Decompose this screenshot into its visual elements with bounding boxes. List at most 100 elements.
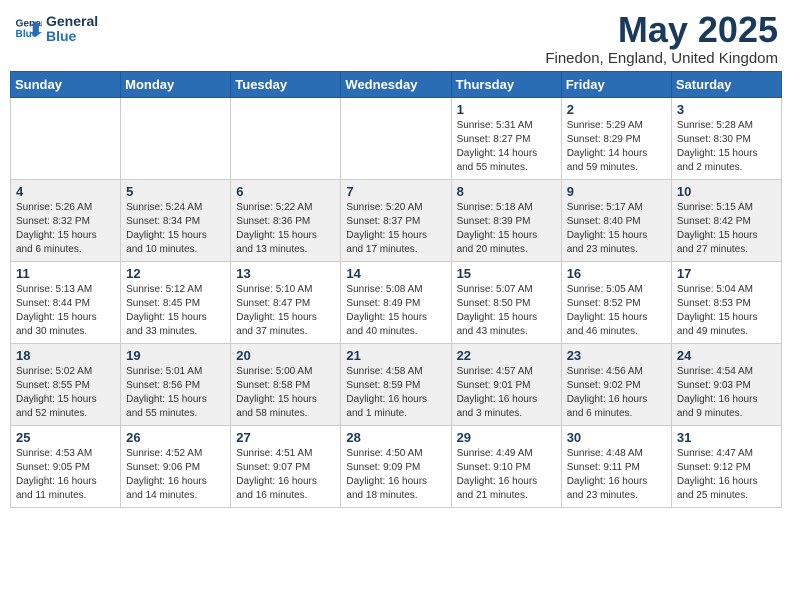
calendar-day-cell: 14 Sunrise: 5:08 AM Sunset: 8:49 PM Dayli… [341,261,451,343]
calendar-day-cell: 15Sunrise: 5:07 AM Sunset: 8:50 PM Dayli… [451,261,561,343]
day-info: Sunrise: 4:47 AM Sunset: 9:12 PM Dayligh… [677,447,776,503]
calendar-day-cell: 3 Sunrise: 5:28 AM Sunset: 8:30 PM Daylig… [671,97,781,179]
day-info: Sunrise: 5:31 AM Sunset: 8:27 PM Dayligh… [457,119,556,175]
day-number: 27 [236,430,335,445]
day-number: 6 [236,184,335,199]
day-number: 10 [677,184,776,199]
weekday-header-thursday: Thursday [451,71,561,97]
day-number: 29 [457,430,556,445]
day-info: Sunrise: 4:51 AM Sunset: 9:07 PM Dayligh… [236,447,335,503]
day-number: 14 [346,266,445,281]
day-number: 23 [567,348,666,363]
calendar-day-cell: 23 Sunrise: 4:56 AM Sunset: 9:02 PM Dayli… [561,343,671,425]
day-number: 2 [567,102,666,117]
day-info: Sunrise: 4:54 AM Sunset: 9:03 PM Dayligh… [677,365,776,421]
calendar-empty-cell [121,97,231,179]
weekday-header-friday: Friday [561,71,671,97]
day-number: 22 [457,348,556,363]
calendar-day-cell: 10 Sunrise: 5:15 AM Sunset: 8:42 PM Dayli… [671,179,781,261]
day-info: Sunrise: 4:53 AM Sunset: 9:05 PM Dayligh… [16,447,115,503]
calendar-day-cell: 8Sunrise: 5:18 AM Sunset: 8:39 PM Daylig… [451,179,561,261]
day-info: Sunrise: 5:17 AM Sunset: 8:40 PM Dayligh… [567,201,666,257]
day-number: 30 [567,430,666,445]
day-info: Sunrise: 5:01 AM Sunset: 8:56 PM Dayligh… [126,365,225,421]
logo: General Blue General Blue [14,14,98,45]
logo-general: General [46,14,98,29]
day-info: Sunrise: 5:10 AM Sunset: 8:47 PM Dayligh… [236,283,335,339]
calendar-day-cell: 1Sunrise: 5:31 AM Sunset: 8:27 PM Daylig… [451,97,561,179]
calendar-week-row: 4 Sunrise: 5:26 AM Sunset: 8:32 PM Daylig… [11,179,782,261]
calendar-day-cell: 19 Sunrise: 5:01 AM Sunset: 8:56 PM Dayli… [121,343,231,425]
calendar-day-cell: 20 Sunrise: 5:00 AM Sunset: 8:58 PM Dayli… [231,343,341,425]
day-number: 17 [677,266,776,281]
weekday-header-wednesday: Wednesday [341,71,451,97]
calendar-week-row: 11Sunrise: 5:13 AM Sunset: 8:44 PM Dayli… [11,261,782,343]
day-number: 20 [236,348,335,363]
calendar-table: SundayMondayTuesdayWednesdayThursdayFrid… [10,71,782,508]
day-number: 19 [126,348,225,363]
calendar-day-cell: 26Sunrise: 4:52 AM Sunset: 9:06 PM Dayli… [121,425,231,507]
calendar-empty-cell [231,97,341,179]
day-number: 11 [16,266,115,281]
day-info: Sunrise: 5:04 AM Sunset: 8:53 PM Dayligh… [677,283,776,339]
calendar-day-cell: 9Sunrise: 5:17 AM Sunset: 8:40 PM Daylig… [561,179,671,261]
month-title: May 2025 [545,10,778,50]
day-number: 5 [126,184,225,199]
calendar-day-cell: 22 Sunrise: 4:57 AM Sunset: 9:01 PM Dayli… [451,343,561,425]
day-number: 3 [677,102,776,117]
day-number: 16 [567,266,666,281]
location: Finedon, England, United Kingdom [545,50,778,67]
calendar-day-cell: 29 Sunrise: 4:49 AM Sunset: 9:10 PM Dayli… [451,425,561,507]
calendar-day-cell: 7Sunrise: 5:20 AM Sunset: 8:37 PM Daylig… [341,179,451,261]
calendar-day-cell: 11Sunrise: 5:13 AM Sunset: 8:44 PM Dayli… [11,261,121,343]
calendar-week-row: 18 Sunrise: 5:02 AM Sunset: 8:55 PM Dayli… [11,343,782,425]
calendar-day-cell: 18 Sunrise: 5:02 AM Sunset: 8:55 PM Dayli… [11,343,121,425]
calendar-day-cell: 25 Sunrise: 4:53 AM Sunset: 9:05 PM Dayli… [11,425,121,507]
day-info: Sunrise: 5:24 AM Sunset: 8:34 PM Dayligh… [126,201,225,257]
day-info: Sunrise: 5:15 AM Sunset: 8:42 PM Dayligh… [677,201,776,257]
calendar-week-row: 1Sunrise: 5:31 AM Sunset: 8:27 PM Daylig… [11,97,782,179]
weekday-header-sunday: Sunday [11,71,121,97]
day-number: 25 [16,430,115,445]
day-info: Sunrise: 4:49 AM Sunset: 9:10 PM Dayligh… [457,447,556,503]
calendar-empty-cell [341,97,451,179]
calendar-day-cell: 12 Sunrise: 5:12 AM Sunset: 8:45 PM Dayli… [121,261,231,343]
day-info: Sunrise: 4:57 AM Sunset: 9:01 PM Dayligh… [457,365,556,421]
day-info: Sunrise: 5:28 AM Sunset: 8:30 PM Dayligh… [677,119,776,175]
day-info: Sunrise: 4:50 AM Sunset: 9:09 PM Dayligh… [346,447,445,503]
day-number: 21 [346,348,445,363]
calendar-empty-cell [11,97,121,179]
day-number: 18 [16,348,115,363]
day-info: Sunrise: 4:52 AM Sunset: 9:06 PM Dayligh… [126,447,225,503]
day-number: 12 [126,266,225,281]
calendar-day-cell: 28Sunrise: 4:50 AM Sunset: 9:09 PM Dayli… [341,425,451,507]
day-number: 24 [677,348,776,363]
calendar-day-cell: 2 Sunrise: 5:29 AM Sunset: 8:29 PM Daylig… [561,97,671,179]
weekday-header-monday: Monday [121,71,231,97]
day-info: Sunrise: 5:26 AM Sunset: 8:32 PM Dayligh… [16,201,115,257]
calendar-day-cell: 16Sunrise: 5:05 AM Sunset: 8:52 PM Dayli… [561,261,671,343]
day-info: Sunrise: 5:18 AM Sunset: 8:39 PM Dayligh… [457,201,556,257]
calendar-day-cell: 6 Sunrise: 5:22 AM Sunset: 8:36 PM Daylig… [231,179,341,261]
day-info: Sunrise: 5:12 AM Sunset: 8:45 PM Dayligh… [126,283,225,339]
day-info: Sunrise: 4:48 AM Sunset: 9:11 PM Dayligh… [567,447,666,503]
day-info: Sunrise: 5:02 AM Sunset: 8:55 PM Dayligh… [16,365,115,421]
weekday-header-row: SundayMondayTuesdayWednesdayThursdayFrid… [11,71,782,97]
calendar-day-cell: 30 Sunrise: 4:48 AM Sunset: 9:11 PM Dayli… [561,425,671,507]
day-info: Sunrise: 4:56 AM Sunset: 9:02 PM Dayligh… [567,365,666,421]
page-header: General Blue General Blue May 2025 Fined… [10,10,782,67]
day-info: Sunrise: 5:00 AM Sunset: 8:58 PM Dayligh… [236,365,335,421]
calendar-day-cell: 31 Sunrise: 4:47 AM Sunset: 9:12 PM Dayli… [671,425,781,507]
calendar-day-cell: 27 Sunrise: 4:51 AM Sunset: 9:07 PM Dayli… [231,425,341,507]
day-number: 7 [346,184,445,199]
calendar-day-cell: 13Sunrise: 5:10 AM Sunset: 8:47 PM Dayli… [231,261,341,343]
calendar-day-cell: 21Sunrise: 4:58 AM Sunset: 8:59 PM Dayli… [341,343,451,425]
calendar-week-row: 25 Sunrise: 4:53 AM Sunset: 9:05 PM Dayli… [11,425,782,507]
day-number: 4 [16,184,115,199]
day-number: 31 [677,430,776,445]
day-info: Sunrise: 5:08 AM Sunset: 8:49 PM Dayligh… [346,283,445,339]
day-number: 15 [457,266,556,281]
day-info: Sunrise: 5:22 AM Sunset: 8:36 PM Dayligh… [236,201,335,257]
day-info: Sunrise: 5:29 AM Sunset: 8:29 PM Dayligh… [567,119,666,175]
logo-icon: General Blue [14,15,42,43]
